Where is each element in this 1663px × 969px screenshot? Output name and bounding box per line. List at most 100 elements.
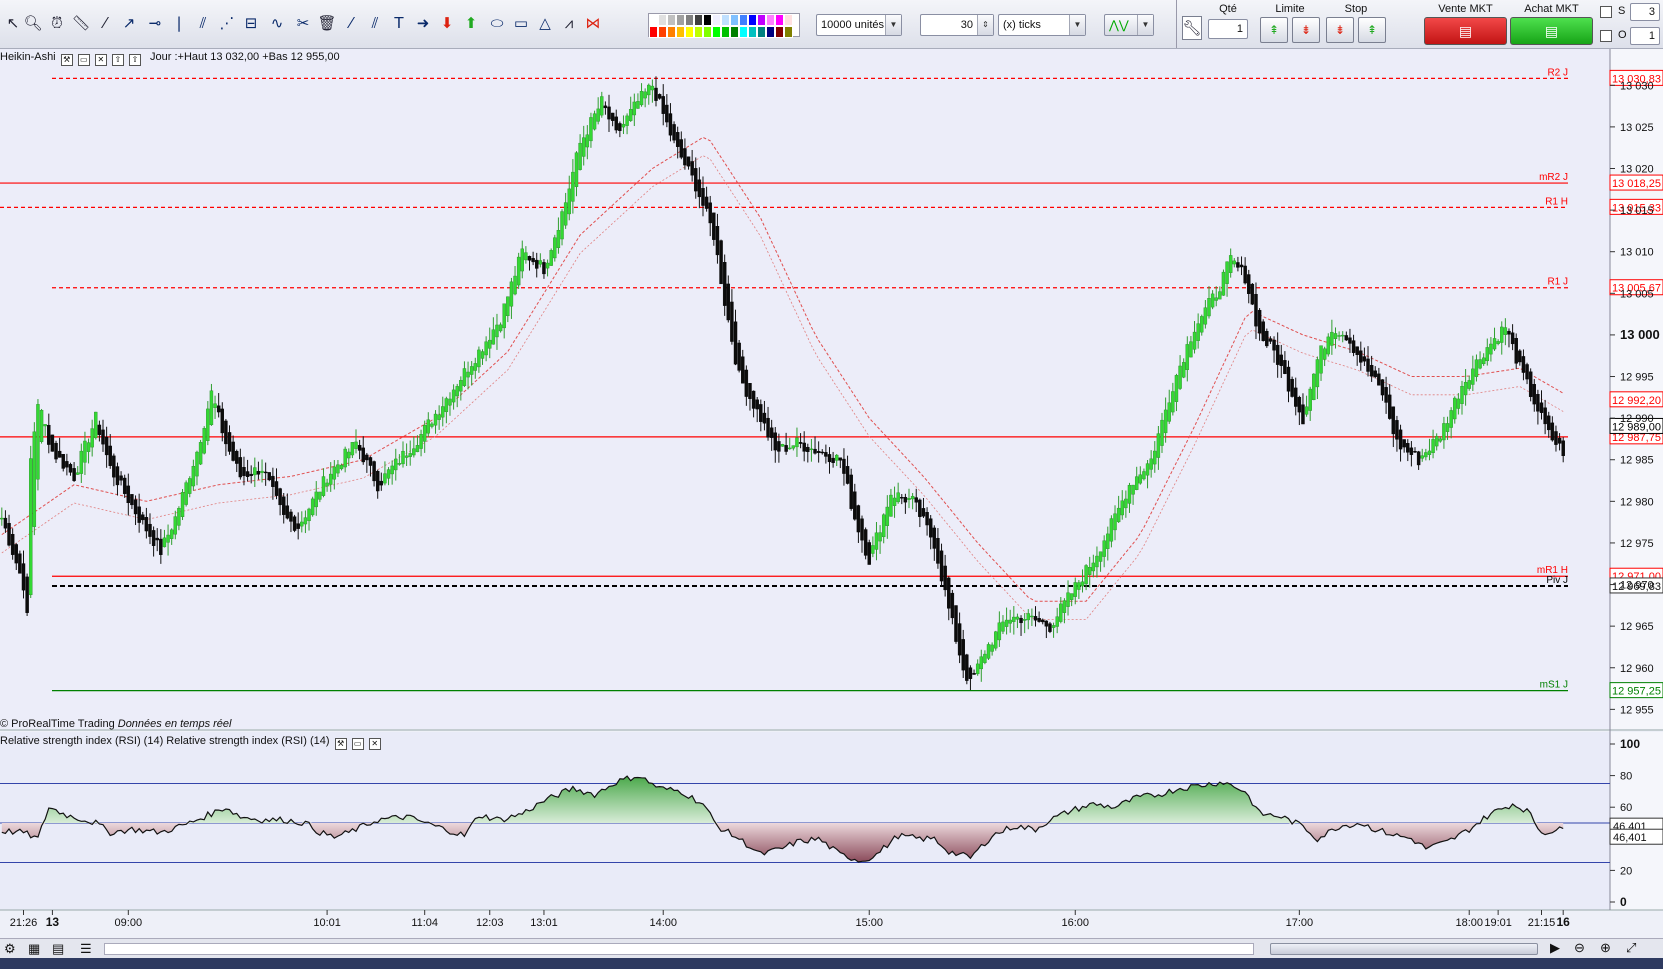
rsi-title[interactable]: Relative strength index (RSI) (14) Relat… <box>0 735 330 747</box>
palette-swatch[interactable] <box>730 14 739 26</box>
palette-swatch[interactable] <box>667 26 676 38</box>
o-input[interactable]: 1 <box>1630 27 1660 45</box>
palette-swatch[interactable] <box>748 14 757 26</box>
quantity-combo[interactable]: 10000 unités ▼ <box>816 14 902 36</box>
scroll-thumb[interactable] <box>1270 943 1538 955</box>
scroll-track[interactable] <box>104 943 1254 955</box>
ray-icon[interactable]: ↗ <box>118 12 140 34</box>
palette-swatch[interactable] <box>685 14 694 26</box>
text-icon[interactable]: T <box>388 12 410 34</box>
palette-swatch[interactable] <box>766 26 775 38</box>
parallel-tool-icon[interactable]: ⫽ <box>364 12 386 34</box>
fan-icon[interactable]: ⋰ <box>216 12 238 34</box>
ruler-icon[interactable]: 📏︎ <box>70 12 92 34</box>
chevron-down-icon[interactable]: ▼ <box>1069 15 1085 35</box>
settings-icon[interactable]: ⚙ <box>4 941 16 957</box>
wrench-icon[interactable]: ⚒ <box>334 738 347 750</box>
o-checkbox[interactable] <box>1600 30 1612 42</box>
horizontal-line-icon[interactable]: ⊸ <box>144 12 166 34</box>
trendline-icon[interactable]: ⁄ <box>94 12 116 34</box>
s-input[interactable]: 3 <box>1630 3 1660 21</box>
palette-swatch[interactable] <box>784 26 793 38</box>
qty-input[interactable]: 1 <box>1208 19 1248 39</box>
vertical-line-icon[interactable]: | <box>168 12 190 34</box>
zoom-in-icon[interactable]: ⊕ <box>1600 940 1611 956</box>
color-palette[interactable] <box>648 13 800 38</box>
palette-swatch[interactable] <box>685 26 694 38</box>
palette-swatch[interactable] <box>775 26 784 38</box>
sell-mkt-button[interactable]: ▤ <box>1424 17 1507 45</box>
play-icon[interactable]: ▶ <box>1550 940 1560 956</box>
ticks-spinner[interactable]: 30 ⇕ <box>920 14 994 36</box>
palette-swatch[interactable] <box>784 14 793 26</box>
indicator-label[interactable]: Heikin-Ashi <box>0 51 56 63</box>
pointer-icon[interactable]: ↖ <box>2 12 24 34</box>
palette-swatch[interactable] <box>748 26 757 38</box>
palette-swatch[interactable] <box>694 26 703 38</box>
line-tool-icon[interactable]: ⁄ <box>340 12 362 34</box>
palette-swatch[interactable] <box>703 26 712 38</box>
arrow-right-icon[interactable]: ➜ <box>412 12 434 34</box>
ticks-unit-combo[interactable]: (x) ticks ▼ <box>998 14 1086 36</box>
chevron-down-icon[interactable]: ▼ <box>885 15 901 35</box>
palette-swatch[interactable] <box>766 14 775 26</box>
list-icon[interactable]: ☰ <box>80 941 92 957</box>
palette-swatch[interactable] <box>775 14 784 26</box>
expand-icon[interactable]: ⇧ <box>128 54 141 66</box>
palette-swatch[interactable] <box>739 14 748 26</box>
collapse-icon[interactable]: ⇧ <box>111 54 124 66</box>
palette-swatch[interactable] <box>676 14 685 26</box>
limit-sell-button[interactable]: ⇟ <box>1292 17 1320 43</box>
arrow-up-icon[interactable]: ⬆ <box>460 12 482 34</box>
palette-swatch[interactable] <box>739 26 748 38</box>
chart-area[interactable]: R2 J13 030,83mR2 J13 018,25R1 H13 015,33… <box>0 49 1663 969</box>
buy-mkt-button[interactable]: ▤ <box>1510 17 1593 45</box>
triangle-icon[interactable]: △ <box>534 12 556 34</box>
ellipse-icon[interactable]: ⬭ <box>486 12 508 34</box>
palette-swatch[interactable] <box>757 26 766 38</box>
s-checkbox[interactable] <box>1600 6 1612 18</box>
close-icon[interactable]: ✕ <box>368 738 381 750</box>
calendar-icon[interactable]: ▦ <box>28 941 40 957</box>
rectangle-icon[interactable]: ▭ <box>510 12 532 34</box>
palette-swatch[interactable] <box>703 14 712 26</box>
stop-sell-button[interactable]: ⇟ <box>1326 17 1354 43</box>
fibonacci-icon[interactable]: ⊟ <box>240 12 262 34</box>
close-icon[interactable]: ✕ <box>94 54 107 66</box>
alarm-icon[interactable]: ⏰︎ <box>46 12 68 34</box>
chart-type-button[interactable]: ⋀⋁ ▼ <box>1104 14 1154 36</box>
palette-swatch[interactable] <box>658 26 667 38</box>
pattern-icon[interactable]: ⋈ <box>582 12 604 34</box>
table-icon[interactable]: ▤ <box>52 941 64 957</box>
zigzag-icon[interactable]: ⩘ <box>558 12 580 34</box>
maximize-icon[interactable]: ▭ <box>77 54 90 66</box>
palette-swatch[interactable] <box>676 26 685 38</box>
chevron-down-icon[interactable]: ▼ <box>1137 15 1153 35</box>
palette-swatch[interactable] <box>757 14 766 26</box>
wrench-icon[interactable]: ⚒ <box>60 54 73 66</box>
maximize-icon[interactable]: ▭ <box>351 738 364 750</box>
palette-swatch[interactable] <box>658 14 667 26</box>
palette-swatch[interactable] <box>730 26 739 38</box>
delete-icon[interactable]: 🗑︎ <box>316 12 338 34</box>
palette-swatch[interactable] <box>694 14 703 26</box>
palette-swatch[interactable] <box>721 14 730 26</box>
stop-buy-button[interactable]: ⇞ <box>1358 17 1386 43</box>
palette-swatch[interactable] <box>712 26 721 38</box>
candle-up <box>336 464 340 474</box>
wave-icon[interactable]: ∿ <box>266 12 288 34</box>
limit-buy-button[interactable]: ⇞ <box>1260 17 1288 43</box>
fit-icon[interactable]: ⤢ <box>1626 940 1636 956</box>
arrow-down-icon[interactable]: ⬇ <box>436 12 458 34</box>
tools-icon[interactable]: ✂ <box>292 12 314 34</box>
channel-icon[interactable]: ⫽ <box>192 12 214 34</box>
zoom-out-icon[interactable]: ⊖ <box>1574 940 1585 956</box>
spinner-icon[interactable]: ⇕ <box>977 15 993 35</box>
zoom-icon[interactable]: 🔍︎ <box>22 12 44 34</box>
palette-swatch[interactable] <box>712 14 721 26</box>
palette-swatch[interactable] <box>721 26 730 38</box>
wrench-icon[interactable]: 🔧︎ <box>1182 16 1202 40</box>
palette-swatch[interactable] <box>649 14 658 26</box>
palette-swatch[interactable] <box>667 14 676 26</box>
palette-swatch[interactable] <box>649 26 658 38</box>
